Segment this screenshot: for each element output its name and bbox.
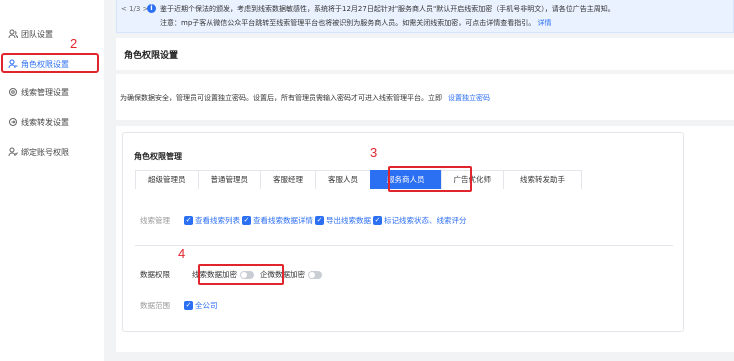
check-icon: ✓ [373, 216, 382, 225]
set-password-link[interactable]: 设置独立密码 [448, 94, 490, 102]
sidebar-item-label: 绑定账号权限 [21, 147, 69, 157]
tab-service-manager[interactable]: 客服经理 [260, 170, 316, 189]
sidebar-item-team-settings[interactable]: 团队设置 [0, 25, 104, 43]
highlight-box [198, 264, 284, 285]
password-description: 为确保数据安全，管理员可设置独立密码。设置后，所有管理员需输入密码才可进入线索管… [116, 74, 734, 120]
perm-view-list-checkbox[interactable]: ✓ 查看线索列表 [184, 215, 240, 226]
page-title: 角色权限设置 [124, 51, 179, 61]
scope-company-checkbox[interactable]: ✓ 全公司 [184, 300, 218, 311]
annotation-number: 3 [370, 145, 378, 160]
data-permission-label: 数据权限 [140, 270, 170, 279]
highlight-box [1, 53, 99, 73]
check-icon: ✓ [242, 216, 251, 225]
info-icon: i [147, 4, 156, 13]
team-icon [8, 29, 18, 39]
section-title: 角色权限管理 [134, 152, 182, 161]
perm-view-detail-checkbox[interactable]: ✓ 查看线索数据详情 [242, 215, 313, 226]
lead-management-label: 线索管理 [140, 216, 170, 225]
description-text: 为确保数据安全，管理员可设置独立密码。设置后，所有管理员需输入密码才可进入线索管… [120, 94, 490, 102]
sidebar-item-label: 线索转发设置 [21, 117, 69, 127]
sidebar: 团队设置 角色权限设置 线索管理设置 线索转发设置 绑定账号权限 [0, 0, 104, 361]
page-header: 角色权限设置 [116, 38, 734, 70]
tab-service-staff[interactable]: 客服人员 [315, 170, 371, 189]
role-tabs: 超级管理员 普通管理员 客服经理 客服人员 服务商人员 广告优化师 线索转发助手 [135, 170, 582, 189]
highlight-box [388, 166, 472, 192]
data-scope-label: 数据范围 [140, 301, 170, 310]
check-icon: ✓ [315, 216, 324, 225]
perm-export-checkbox[interactable]: ✓ 导出线索数据 [315, 215, 371, 226]
notice-pager[interactable]: < 1/3 > [121, 5, 148, 13]
check-icon: ✓ [184, 216, 193, 225]
data-scope-row: 数据范围 ✓ 全公司 [140, 300, 220, 311]
notice-text-line2: 注意：mp子客从微信公众平台跳转至线索管理平台也将被识别为服务商人员。如需关闭线… [160, 19, 552, 27]
notice-text-line1: 鉴于近期个保法的颁发，考虑到线索数据敏感性，系统将于12月27日起针对"服务商人… [160, 5, 615, 13]
annotation-number: 4 [178, 246, 186, 261]
sidebar-item-label: 团队设置 [21, 29, 53, 39]
bind-user-icon [8, 147, 18, 157]
gear-icon [8, 87, 18, 97]
perm-mark-status-checkbox[interactable]: ✓ 标记线索状态、线索评分 [373, 215, 467, 226]
divider [135, 245, 673, 246]
notice-banner: < 1/3 > i 鉴于近期个保法的颁发，考虑到线索数据敏感性，系统将于12月2… [116, 0, 734, 33]
tab-super-admin[interactable]: 超级管理员 [135, 170, 199, 189]
check-icon: ✓ [184, 301, 193, 310]
switch-off[interactable] [308, 270, 322, 279]
sidebar-item-lead-management[interactable]: 线索管理设置 [0, 83, 104, 101]
sidebar-item-bind-account[interactable]: 绑定账号权限 [0, 143, 104, 161]
tab-normal-admin[interactable]: 普通管理员 [197, 170, 261, 189]
forward-icon [8, 117, 18, 127]
tab-lead-forward-assistant[interactable]: 线索转发助手 [503, 170, 582, 189]
lead-permission-row: 线索管理 ✓ 查看线索列表 ✓ 查看线索数据详情 ✓ 导出线索数据 ✓ 标记线索状态、线… [140, 215, 469, 226]
role-permission-panel: 角色权限管理 3 超级管理员 普通管理员 客服经理 客服人员 服务商人员 广告优… [116, 126, 734, 352]
sidebar-item-lead-forwarding[interactable]: 线索转发设置 [0, 113, 104, 131]
role-permission-card: 角色权限管理 3 超级管理员 普通管理员 客服经理 客服人员 服务商人员 广告优… [122, 132, 684, 332]
annotation-number: 2 [70, 36, 78, 51]
sidebar-item-role-permissions[interactable]: 角色权限设置 [0, 53, 104, 73]
sidebar-item-label: 线索管理设置 [21, 87, 69, 97]
notice-detail-link[interactable]: 详情 [538, 19, 552, 27]
